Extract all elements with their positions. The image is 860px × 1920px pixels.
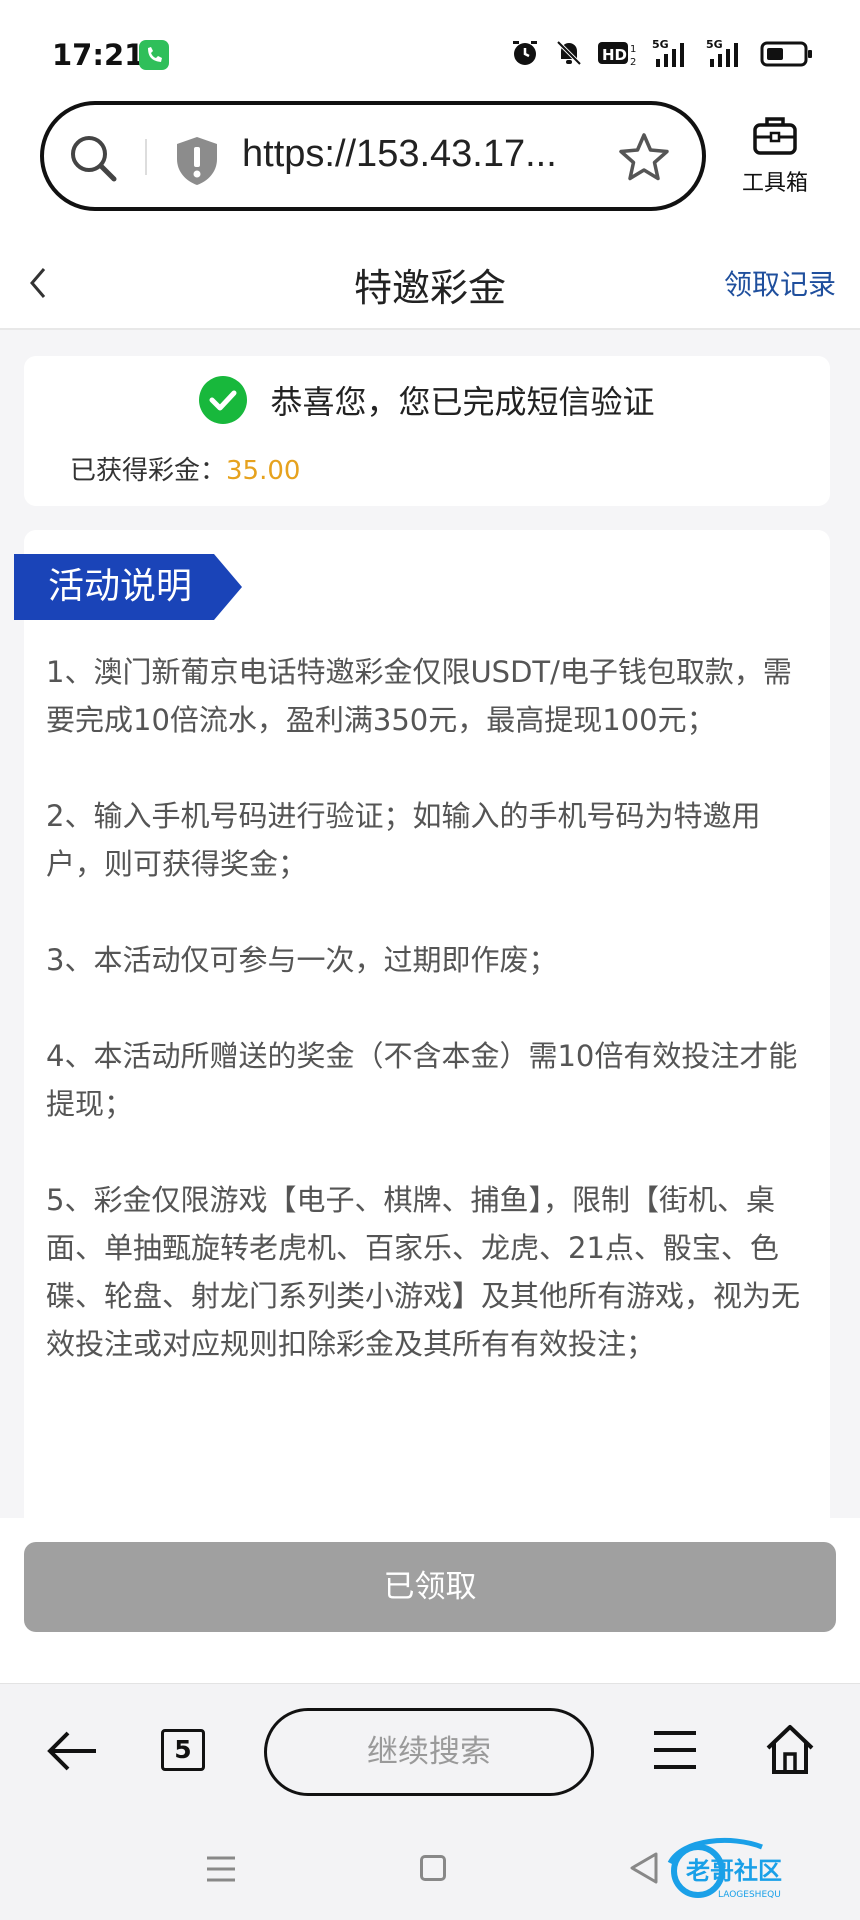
rule-item: 3、本活动仅可参与一次，过期即作废； [46, 943, 558, 977]
recent-apps-icon[interactable] [206, 1855, 236, 1887]
svg-text:5G: 5G [652, 38, 669, 51]
status-icons: HD 1 2 5G 5G [510, 38, 814, 72]
system-back-icon[interactable] [628, 1851, 660, 1889]
rule-item: 5、彩金仅限游戏【电子、棋牌、捕鱼】，限制【街机、桌面、单抽甄旋转老虎机、百家乐… [46, 1183, 801, 1361]
rule-item: 2、输入手机号码进行验证；如输入的手机号码为特邀用户，则可获得奖金； [46, 799, 761, 881]
success-message: 恭喜您，您已完成短信验证 [270, 383, 655, 421]
rules-list: 1、澳门新葡京电话特邀彩金仅限USDT/电子钱包取款，需要完成10倍流水，盈利满… [46, 648, 808, 1416]
browser-bottom-toolbar: 5 继续搜索 [0, 1683, 860, 1813]
url-field[interactable]: https://153.43.17... [40, 101, 706, 211]
toolbox-icon [751, 117, 799, 161]
url-divider [145, 139, 147, 175]
shield-warning-icon[interactable] [174, 135, 220, 191]
verification-success-card: 恭喜您，您已完成短信验证 已获得彩金：35.00 [24, 356, 830, 506]
claim-footer: 已领取 [0, 1518, 860, 1683]
status-bar: 17:21 HD 1 2 5G 5G [0, 0, 860, 95]
bonus-value: 35.00 [226, 456, 301, 486]
bonus-label: 已获得彩金： [70, 456, 227, 486]
page-header: 特邀彩金 领取记录 [0, 235, 860, 330]
battery-icon [760, 38, 814, 72]
check-circle-icon [199, 376, 248, 424]
signal-5g-icon: 5G [652, 37, 692, 73]
watermark-logo: 老哥社区 LAOGESHEQU [662, 1833, 852, 1909]
svg-text:2: 2 [630, 57, 636, 68]
status-time: 17:21 [52, 38, 145, 72]
svg-text:HD: HD [602, 46, 627, 64]
search-icon [68, 133, 120, 189]
svg-text:老哥社区: 老哥社区 [686, 1857, 782, 1885]
back-arrow-icon[interactable] [44, 1726, 100, 1780]
toolbox-button[interactable]: 工具箱 [725, 115, 825, 197]
signal-5g-icon: 5G [706, 37, 746, 73]
system-nav-bar: 老哥社区 LAOGESHEQU [0, 1813, 860, 1920]
rule-item: 4、本活动所赠送的奖金（不含本金）需10倍有效投注才能提现； [46, 1039, 798, 1121]
home-icon[interactable] [762, 1722, 818, 1780]
menu-icon[interactable] [652, 1728, 698, 1776]
svg-text:5G: 5G [706, 38, 723, 51]
phone-call-icon [139, 40, 169, 70]
browser-address-bar: https://153.43.17... 工具箱 [0, 95, 860, 235]
rules-tag: 活动说明 [14, 554, 242, 620]
tabs-count-button[interactable]: 5 [161, 1729, 205, 1771]
system-home-icon[interactable] [420, 1855, 446, 1881]
url-text: https://153.43.17... [242, 133, 557, 175]
svg-text:LAOGESHEQU: LAOGESHEQU [718, 1890, 781, 1900]
rule-item: 1、澳门新葡京电话特邀彩金仅限USDT/电子钱包取款，需要完成10倍流水，盈利满… [46, 655, 792, 737]
claimed-button[interactable]: 已领取 [24, 1542, 836, 1632]
claim-history-link[interactable]: 领取记录 [724, 263, 836, 303]
toolbox-label: 工具箱 [741, 171, 808, 196]
svg-text:1: 1 [630, 44, 636, 55]
hd-icon: HD 1 2 [598, 38, 638, 72]
bookmark-star-icon[interactable] [616, 130, 672, 190]
mute-icon [554, 38, 584, 72]
continue-search-button[interactable]: 继续搜索 [264, 1708, 594, 1796]
alarm-icon [510, 38, 540, 72]
activity-rules-card: 活动说明 1、澳门新葡京电话特邀彩金仅限USDT/电子钱包取款，需要完成10倍流… [14, 530, 830, 1530]
bonus-row: 已获得彩金：35.00 [70, 450, 300, 487]
success-row: 恭喜您，您已完成短信验证 [24, 376, 830, 424]
